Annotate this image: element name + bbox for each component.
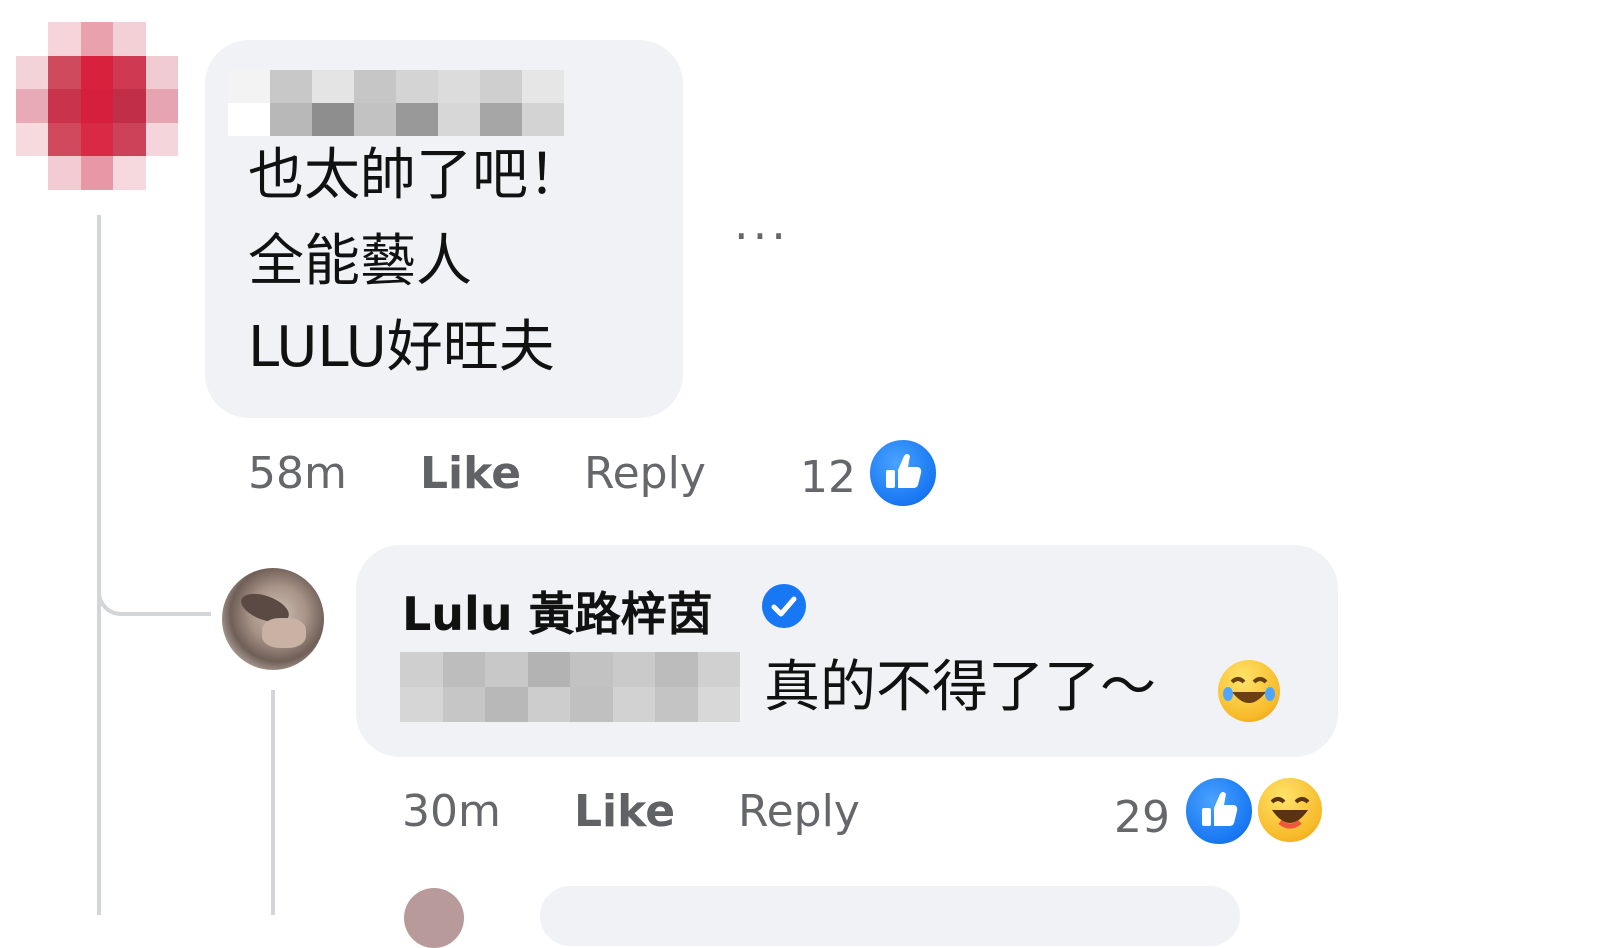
verified-badge-icon — [762, 584, 806, 628]
thread-line-reply — [271, 690, 275, 915]
reply-timestamp[interactable]: 30m — [402, 786, 501, 837]
reply-author-avatar[interactable] — [222, 568, 324, 670]
comment-timestamp[interactable]: 58m — [248, 448, 347, 499]
next-reply-avatar[interactable] — [404, 888, 464, 948]
reply-text: 真的不得了了～ — [764, 655, 1156, 720]
comment-reaction-count[interactable]: 12 — [800, 452, 856, 503]
avatar-censored[interactable] — [16, 22, 178, 190]
thread-line-branch — [97, 560, 211, 616]
comment-text-line-3: LULU好旺夫 — [248, 315, 555, 380]
haha-reaction-icon[interactable] — [1254, 774, 1326, 846]
commenter-name-censored[interactable] — [228, 70, 564, 136]
reply-like-button[interactable]: Like — [574, 786, 675, 837]
more-options-icon[interactable]: ... — [734, 196, 790, 250]
next-reply-bubble — [540, 886, 1240, 946]
comment-text-line-1: 也太帥了吧！ — [248, 143, 584, 208]
like-reaction-icon[interactable] — [866, 436, 940, 510]
reply-author-name[interactable]: Lulu 黃路梓茵 — [402, 578, 713, 644]
comment-like-button[interactable]: Like — [420, 448, 521, 499]
reply-reply-button[interactable]: Reply — [738, 786, 860, 837]
comment-text-line-2: 全能藝人 — [248, 229, 472, 294]
reply-reaction-count[interactable]: 29 — [1114, 792, 1170, 843]
like-reaction-icon[interactable] — [1182, 774, 1256, 848]
mention-censored[interactable] — [400, 652, 740, 722]
rofl-emoji-icon — [1218, 660, 1280, 722]
comment-reply-button[interactable]: Reply — [584, 448, 706, 499]
